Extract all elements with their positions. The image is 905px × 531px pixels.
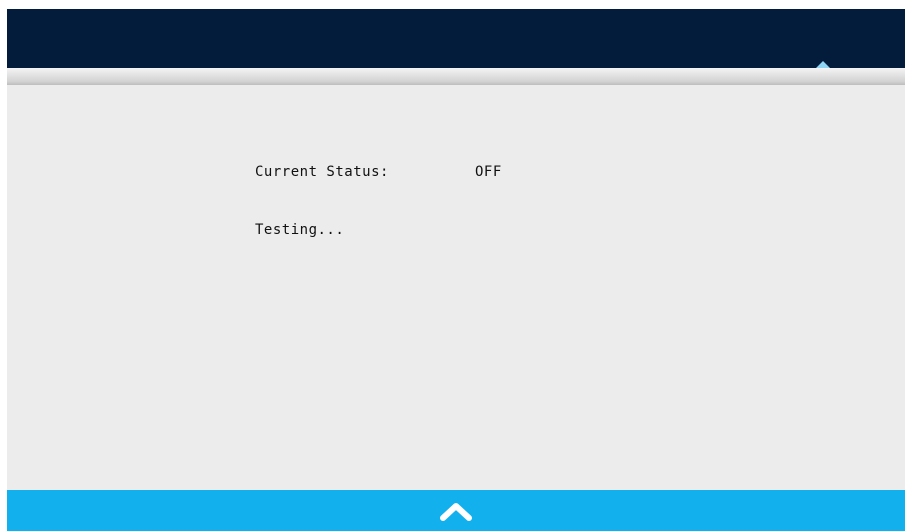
device-screen: Current Status: OFF Testing... bbox=[7, 9, 905, 531]
status-value: OFF bbox=[475, 164, 502, 180]
chevron-up-icon bbox=[440, 503, 472, 521]
test-panel: Current Status: OFF Testing... bbox=[7, 85, 905, 490]
top-toolbar bbox=[7, 9, 905, 68]
testing-message: Testing... bbox=[255, 222, 345, 238]
bottom-bar bbox=[7, 490, 905, 531]
expand-up-button[interactable] bbox=[431, 494, 481, 528]
status-label: Current Status: bbox=[255, 164, 389, 180]
toolbar-divider bbox=[7, 68, 905, 85]
